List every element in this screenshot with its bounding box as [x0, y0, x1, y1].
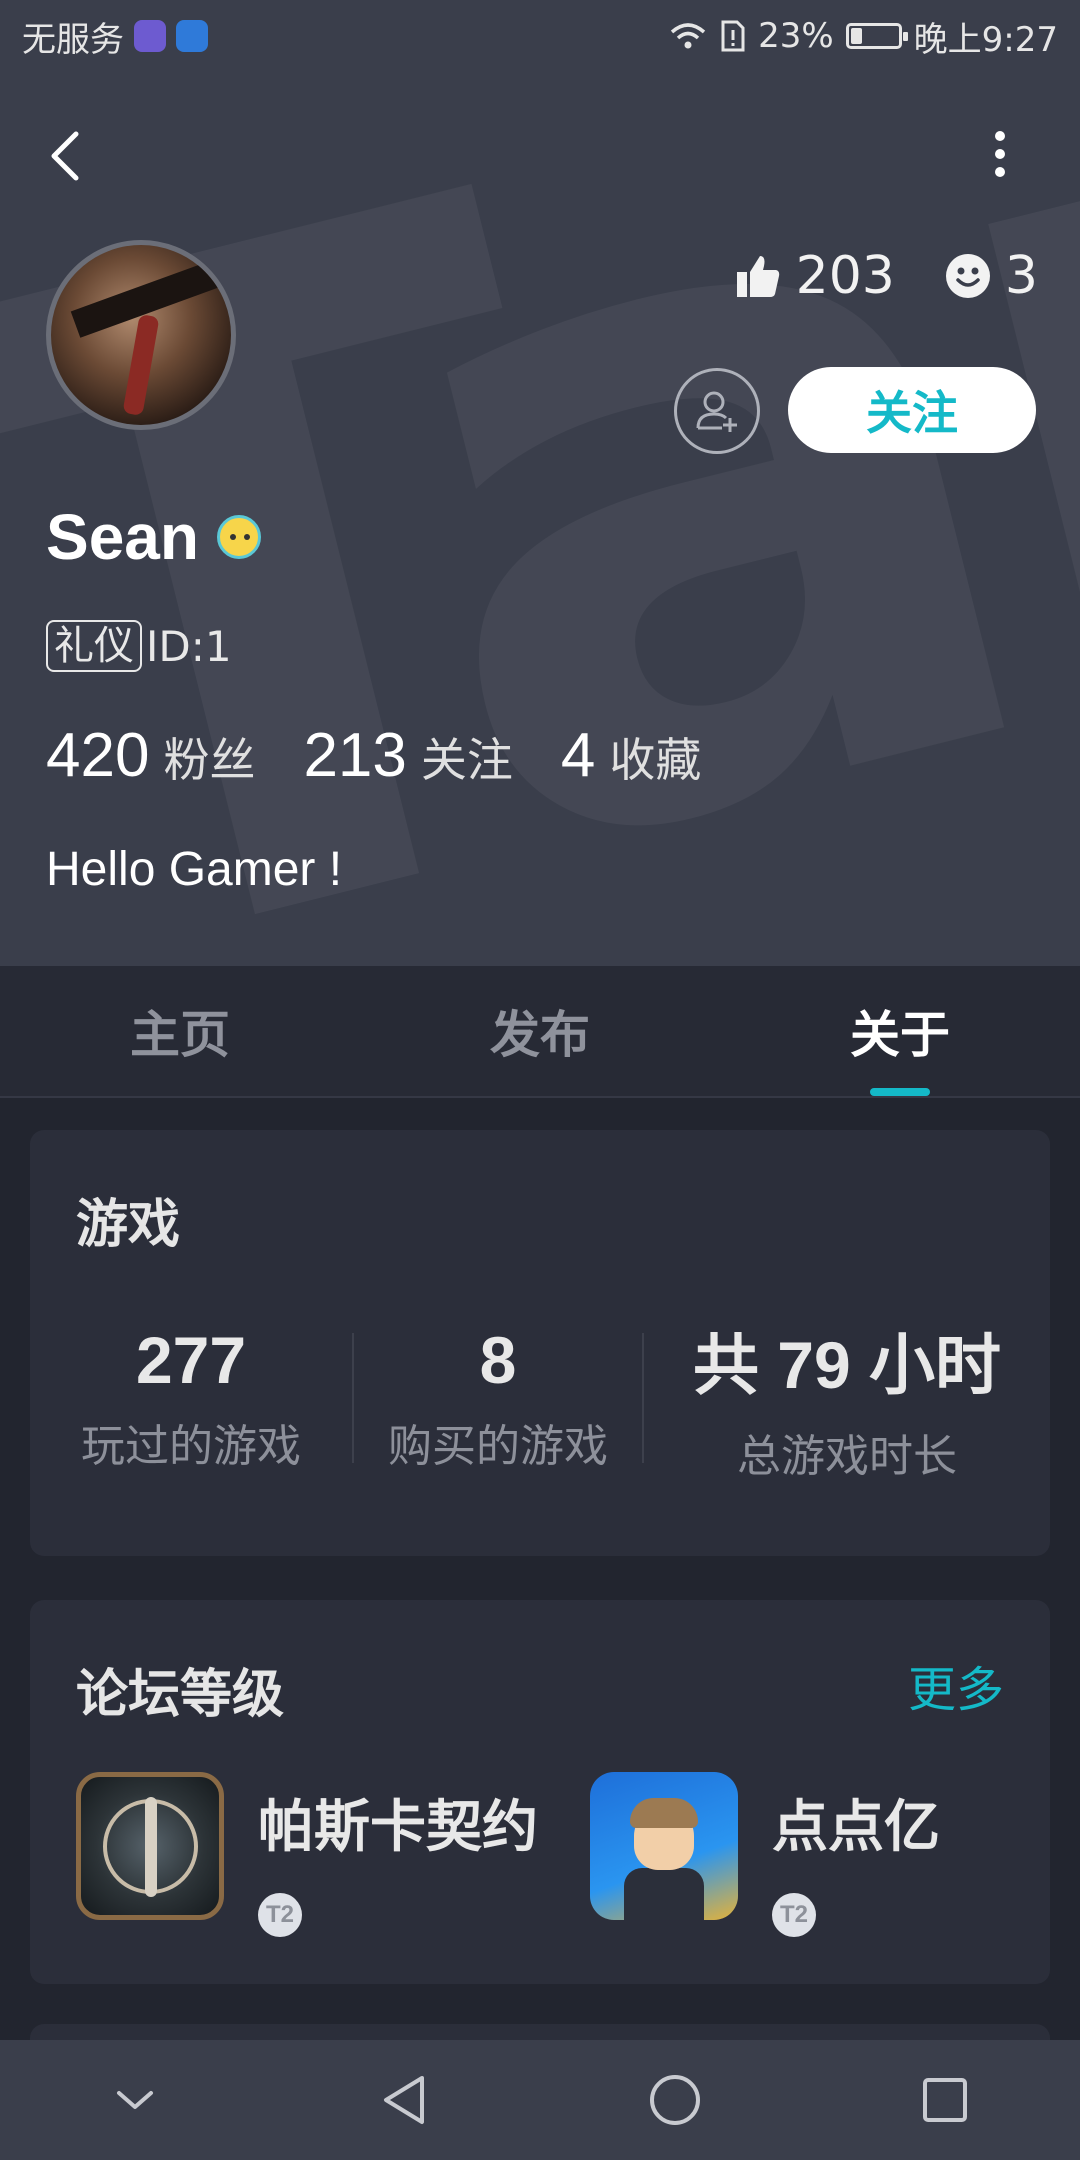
chevron-down-icon [117, 2091, 153, 2109]
games-card-title: 游戏 [76, 1195, 181, 1255]
shield-notification-icon [176, 20, 208, 52]
reaction-stats: 203 3 [734, 246, 1038, 306]
fans-count: 420 [46, 721, 150, 790]
smile-icon [945, 254, 990, 298]
back-button[interactable] [40, 120, 100, 190]
tab-label: 主页 [130, 1006, 230, 1064]
tab-posts[interactable]: 发布 [360, 966, 720, 1096]
fans-stat[interactable]: 420 粉丝 [46, 720, 255, 791]
stat-label: 总游戏时长 [737, 1431, 957, 1482]
circle-home-icon [650, 2075, 700, 2125]
played-games-stat[interactable]: 277 玩过的游戏 [30, 1312, 352, 1484]
user-tag[interactable]: 礼仪 [46, 620, 142, 672]
carrier-text: 无服务 [22, 19, 124, 60]
more-options-button[interactable] [980, 120, 1020, 190]
fans-label: 粉丝 [163, 733, 256, 787]
forum-item[interactable]: 帕斯卡契约 T2 [76, 1772, 538, 1937]
stat-label: 购买的游戏 [388, 1421, 608, 1472]
nav-home-button[interactable] [630, 2055, 720, 2145]
nav-collapse-button[interactable] [90, 2055, 180, 2145]
smiles-stat: 3 [945, 246, 1038, 306]
favorites-count: 4 [560, 721, 596, 790]
following-label: 关注 [420, 733, 513, 787]
stat-value: 共 79 小时 [692, 1328, 1002, 1402]
nav-recents-button[interactable] [900, 2055, 990, 2145]
add-user-icon [696, 391, 737, 432]
forum-name: 点点亿 [772, 1795, 940, 1860]
id-row: 礼仪 ID:1 [46, 620, 232, 672]
likes-stat: 203 [734, 246, 895, 306]
app-notification-icon [134, 20, 166, 52]
triangle-back-icon [384, 2076, 424, 2124]
forum-name: 帕斯卡契约 [258, 1795, 538, 1860]
favorites-stat[interactable]: 4 收藏 [561, 720, 701, 791]
following-count: 213 [303, 721, 407, 790]
forum-level-card: 论坛等级 更多 帕斯卡契约 T2 点点亿 T2 [30, 1600, 1050, 1984]
profile-header: Tap 无服务 23% 晚上9:27 203 3 关注 Sean 礼仪 ID:1… [0, 0, 1080, 966]
follow-button[interactable]: 关注 [788, 367, 1036, 453]
add-friend-button[interactable] [674, 368, 760, 454]
game-icon [590, 1772, 738, 1920]
nav-back-button[interactable] [360, 2055, 450, 2145]
avatar[interactable] [46, 240, 236, 430]
social-counts: 420 粉丝 213 关注 4 收藏 [46, 720, 701, 791]
tab-label: 发布 [490, 1006, 590, 1064]
battery-percent: 23% [758, 16, 834, 56]
chevron-left-icon [51, 131, 79, 181]
forum-card-title: 论坛等级 [76, 1665, 285, 1725]
forum-list: 帕斯卡契约 T2 点点亿 T2 [76, 1772, 940, 1937]
game-icon [76, 1772, 224, 1920]
purchased-games-stat[interactable]: 8 购买的游戏 [354, 1312, 642, 1484]
forum-item[interactable]: 点点亿 T2 [590, 1772, 940, 1937]
level-badge-icon: T2 [258, 1893, 302, 1937]
wifi-icon [670, 23, 706, 49]
tab-about[interactable]: 关于 [720, 966, 1080, 1096]
clock-time: 晚上9:27 [913, 19, 1058, 60]
playtime-stat[interactable]: 共 79 小时 总游戏时长 [644, 1312, 1050, 1484]
system-nav-bar [0, 2040, 1080, 2160]
battery-icon [845, 23, 908, 49]
following-stat[interactable]: 213 关注 [303, 720, 512, 791]
stat-label: 玩过的游戏 [81, 1421, 301, 1472]
stat-value: 8 [479, 1323, 517, 1397]
avatar-badge-icon [216, 515, 261, 559]
username: Sean [46, 501, 199, 573]
active-tab-indicator [870, 1088, 930, 1096]
stat-value: 277 [135, 1323, 247, 1397]
smiles-count: 3 [1004, 246, 1038, 306]
user-bio: Hello Gamer ! [46, 843, 343, 896]
likes-count: 203 [795, 246, 895, 306]
thumbs-up-icon [736, 256, 779, 297]
favorites-label: 收藏 [609, 733, 702, 787]
more-vertical-icon [995, 131, 1005, 177]
username-row: Sean [46, 500, 261, 574]
game-stats: 277 玩过的游戏 8 购买的游戏 共 79 小时 总游戏时长 [30, 1312, 1050, 1484]
tab-label: 关于 [850, 1006, 950, 1064]
level-badge-icon: T2 [772, 1893, 816, 1937]
status-bar: 无服务 23% 晚上9:27 [0, 0, 1080, 72]
square-recents-icon [923, 2078, 967, 2122]
sim-alert-icon [721, 20, 745, 52]
games-card: 游戏 277 玩过的游戏 8 购买的游戏 共 79 小时 总游戏时长 [30, 1130, 1050, 1556]
profile-tabs: 主页 发布 关于 [0, 966, 1080, 1098]
tab-home[interactable]: 主页 [0, 966, 360, 1096]
watermark-logo: Tap [0, 0, 1080, 966]
user-id: ID:1 [146, 621, 232, 671]
more-link[interactable]: 更多 [908, 1650, 1004, 1720]
